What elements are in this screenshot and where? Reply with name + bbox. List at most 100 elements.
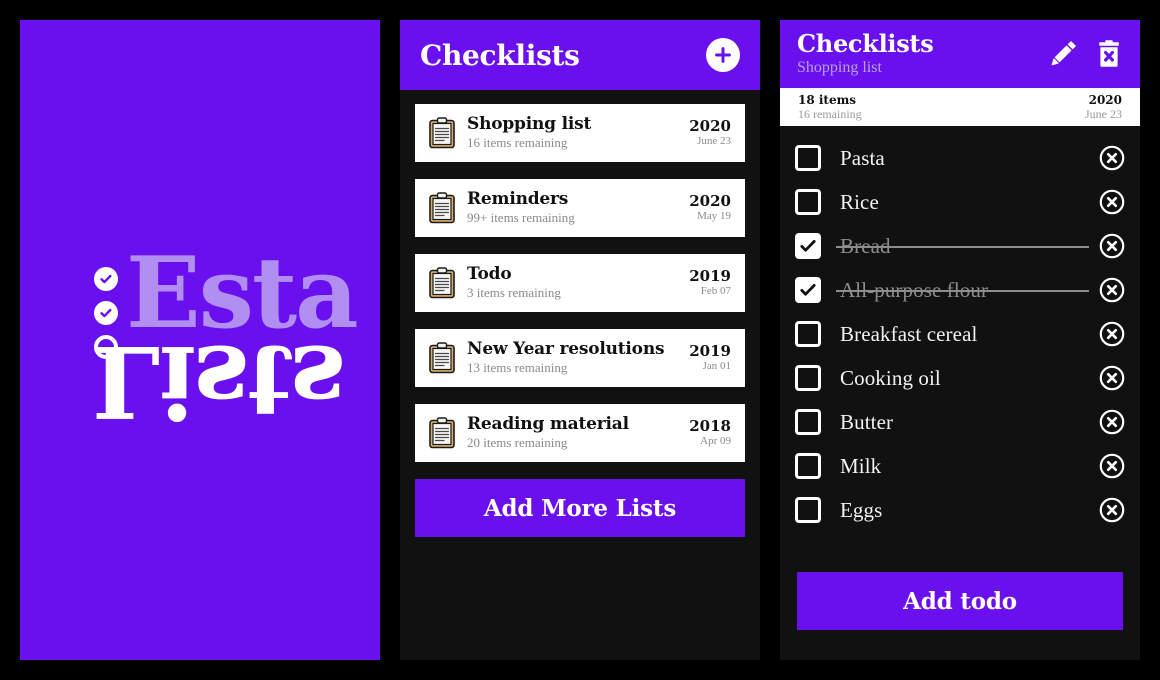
- todo-label: Breakfast cereal: [840, 321, 978, 346]
- todo-row[interactable]: Bread: [795, 224, 1125, 268]
- check-icon: [800, 284, 816, 296]
- add-checklist-button[interactable]: [706, 38, 740, 72]
- list-item-date: 2019 Feb 07: [689, 266, 731, 298]
- circle-x-icon: [1099, 453, 1125, 479]
- todo-row[interactable]: All-purpose flour: [795, 268, 1125, 312]
- list-item-name: New Year resolutions: [467, 339, 665, 360]
- delete-checklist-button[interactable]: [1094, 39, 1124, 69]
- todo-checkbox[interactable]: [795, 365, 821, 391]
- detail-footer: Add todo: [780, 572, 1140, 660]
- strikethrough-line: [836, 246, 1089, 248]
- circle-x-icon: [1099, 233, 1125, 259]
- clipboard-icon: [429, 342, 455, 374]
- checklists-panel: Checklists Shopping list 16 items remain…: [400, 20, 760, 660]
- list-item-name: Todo: [467, 264, 512, 285]
- list-item-date: 2020 June 23: [689, 116, 731, 148]
- check-circle-filled-icon: [94, 267, 118, 291]
- todo-row[interactable]: Breakfast cereal: [795, 312, 1125, 356]
- list-item-date: 2019 Jan 01: [689, 341, 731, 373]
- circle-x-icon: [1099, 497, 1125, 523]
- todo-checkbox[interactable]: [795, 321, 821, 347]
- delete-todo-button[interactable]: [1099, 145, 1125, 171]
- list-item[interactable]: Reading material 20 items remaining 2018…: [415, 404, 745, 462]
- checklists-body: Shopping list 16 items remaining 2020 Ju…: [400, 90, 760, 660]
- delete-todo-button[interactable]: [1099, 453, 1125, 479]
- detail-title: Checklists: [797, 28, 934, 58]
- todo-row[interactable]: Cooking oil: [795, 356, 1125, 400]
- list-item-year: 2020: [689, 191, 731, 210]
- detail-date: June 23: [1085, 107, 1122, 121]
- list-item[interactable]: Todo 3 items remaining 2019 Feb 07: [415, 254, 745, 312]
- add-more-lists-button[interactable]: Add More Lists: [415, 479, 745, 537]
- detail-remaining-items: 16 remaining: [798, 107, 862, 121]
- todo-checkbox[interactable]: [795, 233, 821, 259]
- todo-checkbox[interactable]: [795, 145, 821, 171]
- add-todo-button[interactable]: Add todo: [797, 572, 1123, 630]
- circle-x-icon: [1099, 409, 1125, 435]
- list-item-date: 2018 Apr 09: [689, 417, 731, 448]
- todo-checkbox[interactable]: [795, 277, 821, 303]
- todo-checkbox[interactable]: [795, 189, 821, 215]
- logo-word-lists: Lists: [92, 323, 344, 438]
- delete-todo-button[interactable]: [1099, 233, 1125, 259]
- delete-todo-button[interactable]: [1099, 409, 1125, 435]
- list-item[interactable]: Reminders 99+ items remaining 2020 May 1…: [415, 179, 745, 237]
- clipboard-icon: [429, 417, 455, 449]
- list-item-remaining: 99+ items remaining: [467, 209, 575, 225]
- list-item-remaining: 20 items remaining: [467, 434, 568, 450]
- delete-todo-button[interactable]: [1099, 365, 1125, 391]
- delete-todo-button[interactable]: [1099, 497, 1125, 523]
- todo-list: Pasta Rice Bread All-purpose flour Break…: [780, 126, 1140, 572]
- checklists-header: Checklists: [400, 20, 760, 90]
- todo-label: Eggs: [840, 497, 883, 522]
- splash-panel: Esta Lists: [20, 20, 380, 660]
- list-item-name: Reading material: [467, 414, 629, 435]
- todo-checkbox[interactable]: [795, 453, 821, 479]
- todo-row[interactable]: Eggs: [795, 488, 1125, 532]
- detail-subtitle: Shopping list: [797, 59, 882, 77]
- list-item[interactable]: New Year resolutions 13 items remaining …: [415, 329, 745, 387]
- todo-row[interactable]: Butter: [795, 400, 1125, 444]
- plus-icon: [715, 47, 731, 63]
- delete-todo-button[interactable]: [1099, 277, 1125, 303]
- list-item-name: Shopping list: [467, 114, 592, 135]
- list-item-day: Feb 07: [700, 285, 731, 298]
- detail-year: 2020: [1088, 92, 1122, 107]
- circle-x-icon: [1099, 189, 1125, 215]
- pencil-icon: [1051, 41, 1076, 66]
- todo-checkbox[interactable]: [795, 497, 821, 523]
- todo-row[interactable]: Pasta: [795, 136, 1125, 180]
- app-logo: Esta Lists: [20, 20, 380, 660]
- detail-total-items: 18 items: [798, 92, 857, 107]
- todo-label: Cooking oil: [840, 365, 941, 390]
- delete-todo-button[interactable]: [1099, 321, 1125, 347]
- list-item-year: 2019: [689, 341, 731, 360]
- page-title: Checklists: [420, 38, 580, 72]
- todo-label: Rice: [840, 189, 879, 214]
- circle-x-icon: [1099, 365, 1125, 391]
- detail-actions: [1048, 39, 1124, 69]
- todo-row[interactable]: Milk: [795, 444, 1125, 488]
- circle-x-icon: [1099, 145, 1125, 171]
- edit-checklist-button[interactable]: [1048, 39, 1078, 69]
- clipboard-icon: [429, 267, 455, 299]
- list-item-remaining: 16 items remaining: [467, 134, 568, 150]
- todo-label: Pasta: [840, 145, 885, 170]
- list-item[interactable]: Shopping list 16 items remaining 2020 Ju…: [415, 104, 745, 162]
- todo-label: Milk: [840, 453, 882, 478]
- checklist-detail-panel: Checklists Shopping list 18 items 16 rem…: [780, 20, 1140, 660]
- delete-todo-button[interactable]: [1099, 189, 1125, 215]
- list-item-name: Reminders: [467, 189, 569, 210]
- strikethrough-line: [836, 290, 1089, 292]
- list-item-remaining: 13 items remaining: [467, 359, 568, 375]
- circle-x-icon: [1099, 321, 1125, 347]
- check-circle-filled-icon: [94, 301, 118, 325]
- list-item-year: 2019: [689, 266, 731, 285]
- todo-row[interactable]: Rice: [795, 180, 1125, 224]
- detail-header: Checklists Shopping list: [780, 20, 1140, 88]
- circle-x-icon: [1099, 277, 1125, 303]
- list-item-day: June 23: [697, 135, 731, 148]
- todo-checkbox[interactable]: [795, 409, 821, 435]
- list-item-year: 2020: [689, 116, 731, 135]
- trash-x-icon: [1099, 40, 1119, 67]
